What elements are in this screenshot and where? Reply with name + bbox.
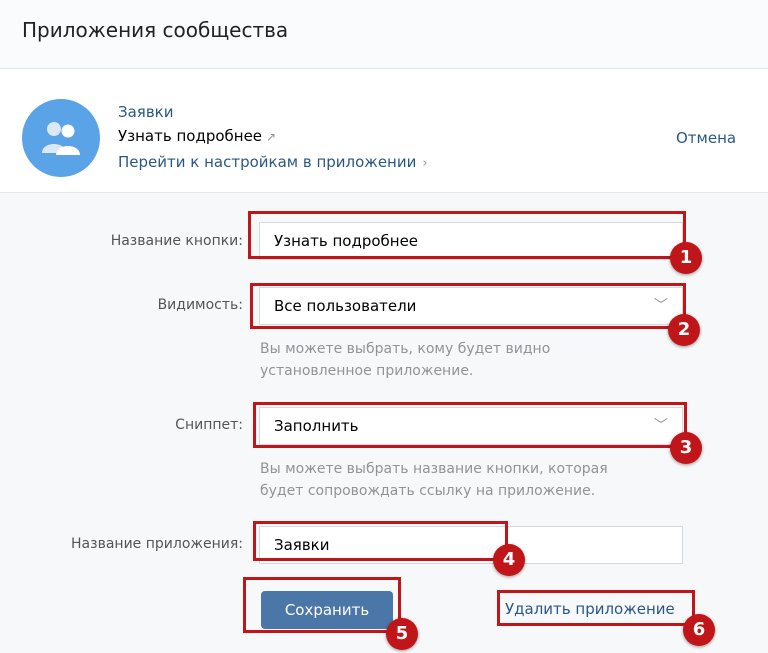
app-card: Заявки Узнать подробнее ↗ Перейти к настр… <box>0 69 768 193</box>
page-title: Приложения сообщества <box>22 18 289 42</box>
step-badge-5: 5 <box>386 618 418 650</box>
app-settings-label: Перейти к настройкам в приложении <box>118 153 417 171</box>
external-arrow-icon: ↗ <box>266 130 277 144</box>
button-name-input[interactable]: Узнать подробнее <box>259 222 683 260</box>
visibility-value: Все пользователи <box>274 297 417 315</box>
page-header: Приложения сообщества <box>0 0 768 69</box>
app-name-input[interactable]: Заявки <box>259 526 683 564</box>
snippet-label: Сниппет: <box>175 417 243 433</box>
learn-more-label: Узнать подробнее <box>118 127 263 145</box>
step-badge-4: 4 <box>493 544 525 576</box>
chevron-down-icon: ﹀ <box>654 418 668 434</box>
app-name-link[interactable]: Заявки <box>118 103 173 121</box>
cancel-link[interactable]: Отмена <box>676 129 736 147</box>
app-settings-link[interactable]: Перейти к настройкам в приложении › <box>118 153 428 171</box>
snippet-hint-line-2: будет сопровождать ссылку на приложение. <box>260 483 596 499</box>
step-badge-6: 6 <box>683 614 715 646</box>
chevron-down-icon: ﹀ <box>654 298 668 314</box>
app-avatar <box>22 99 100 177</box>
snippet-value: Заполнить <box>274 417 359 435</box>
snippet-select[interactable]: Заполнить ﹀ <box>259 407 683 445</box>
users-icon <box>42 122 80 155</box>
step-badge-3: 3 <box>670 432 702 464</box>
visibility-hint-line-2: установленное приложение. <box>260 363 474 379</box>
step-badge-1: 1 <box>670 242 702 274</box>
snippet-hint-line-1: Вы можете выбрать название кнопки, котор… <box>260 461 608 477</box>
visibility-hint: Вы можете выбрать, кому будет видно уста… <box>260 338 550 382</box>
step-badge-2: 2 <box>668 314 700 346</box>
save-button[interactable]: Сохранить <box>261 591 393 629</box>
delete-app-link[interactable]: Удалить приложение <box>505 600 675 618</box>
visibility-label: Видимость: <box>157 297 243 313</box>
visibility-select[interactable]: Все пользователи ﹀ <box>259 287 683 325</box>
chevron-right-icon: › <box>422 156 428 171</box>
learn-more-link[interactable]: Узнать подробнее ↗ <box>118 127 276 145</box>
snippet-hint: Вы можете выбрать название кнопки, котор… <box>260 458 608 502</box>
visibility-hint-line-1: Вы можете выбрать, кому будет видно <box>260 341 551 357</box>
button-name-label: Название кнопки: <box>110 233 243 249</box>
app-name-label: Название приложения: <box>71 536 243 552</box>
